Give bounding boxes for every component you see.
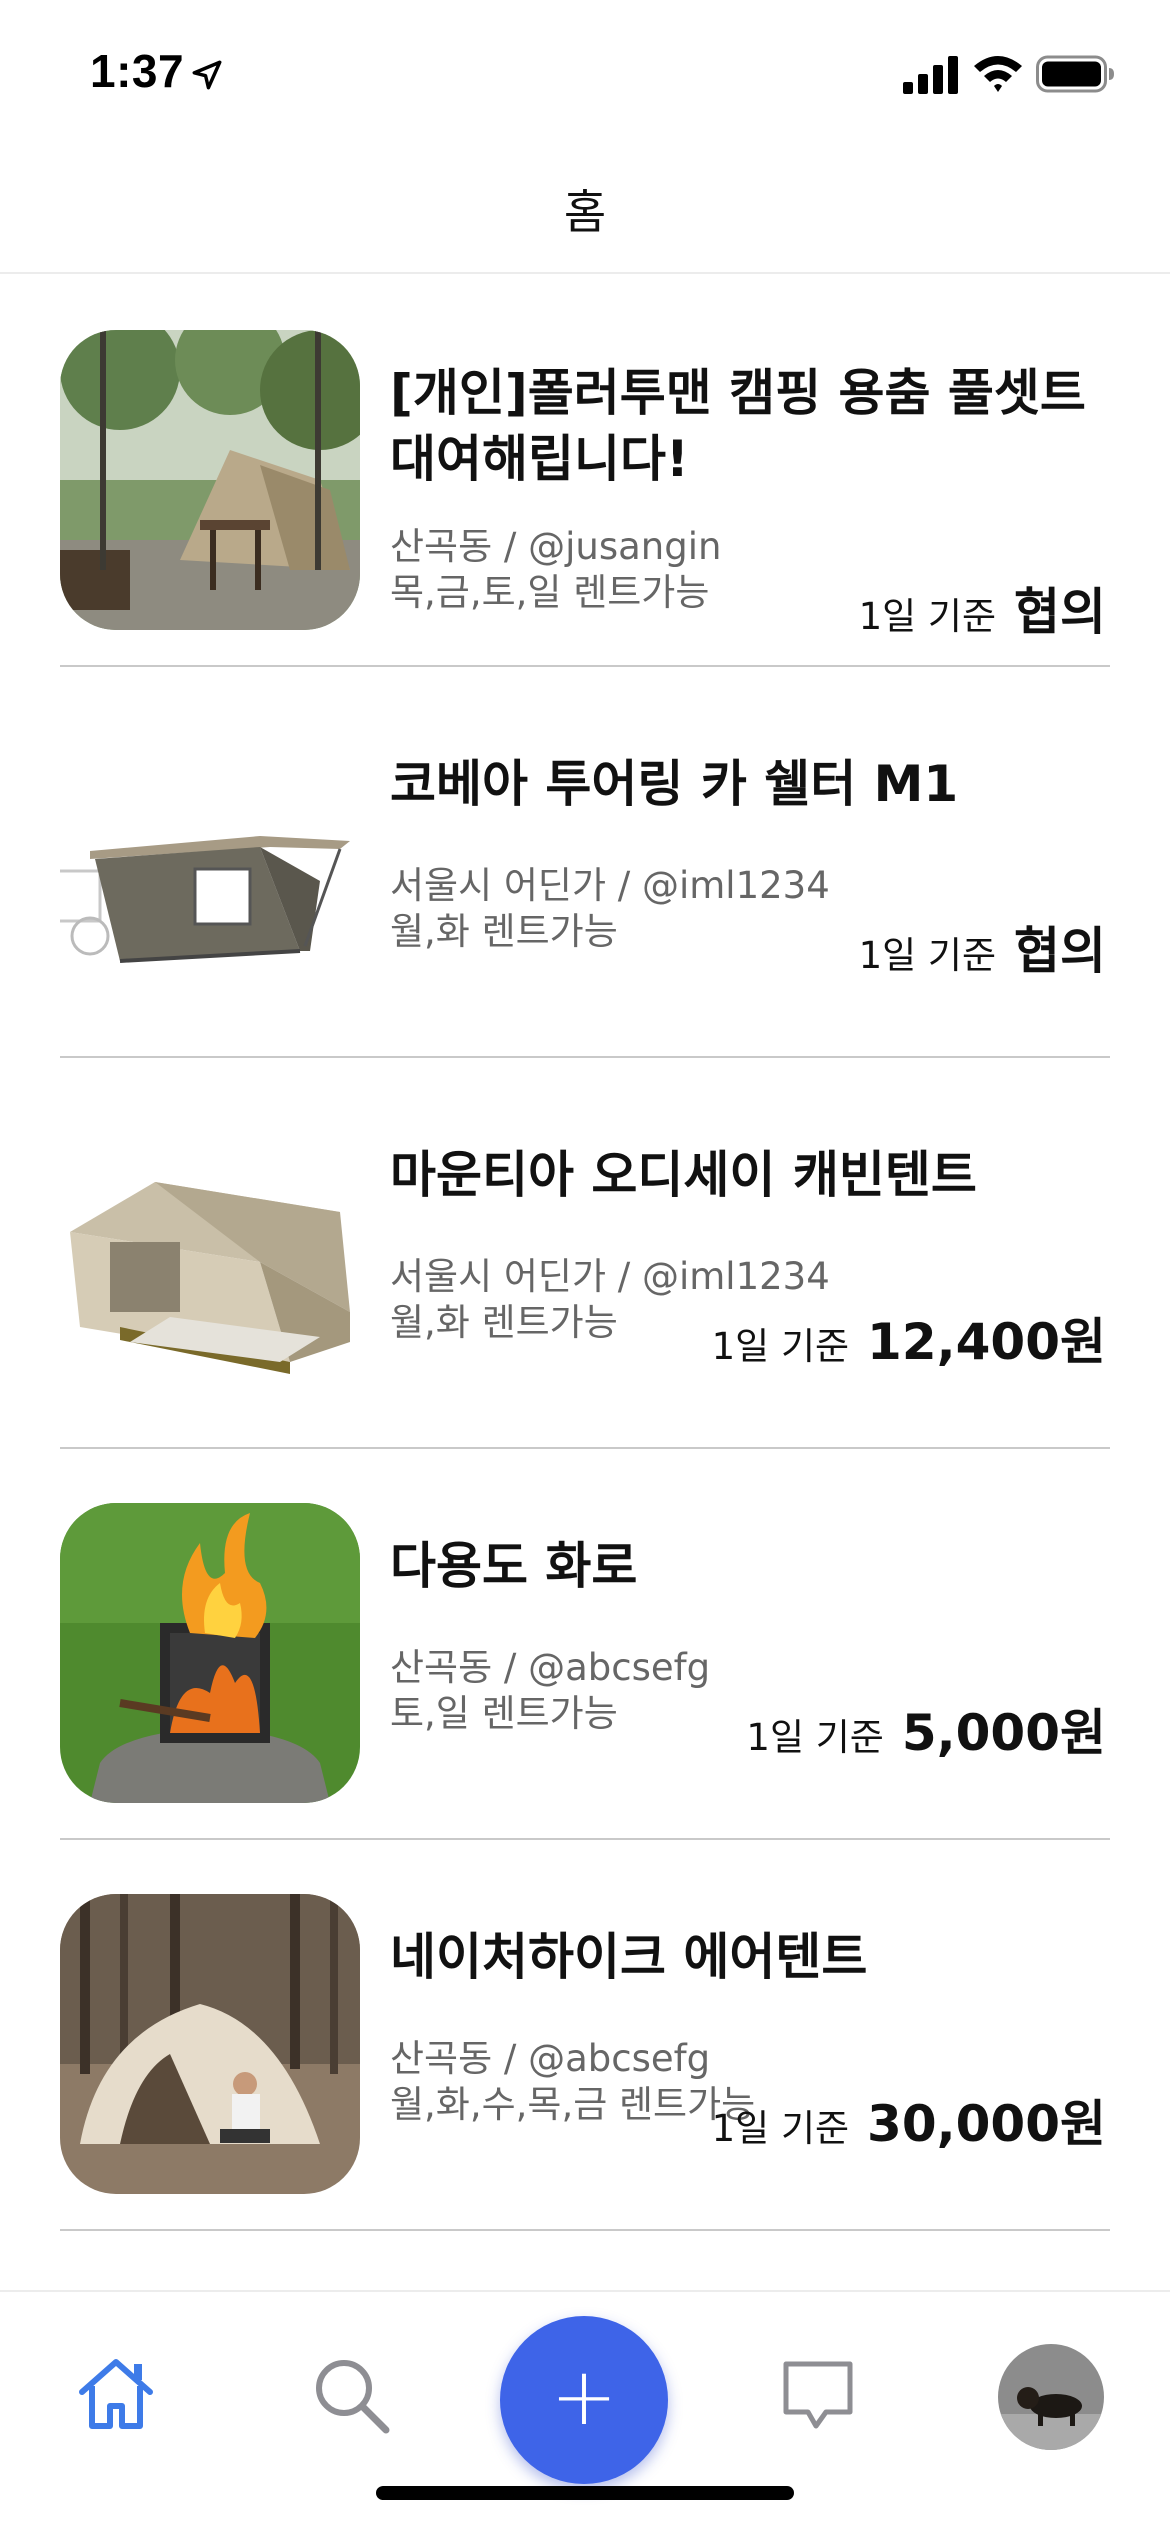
wifi-icon <box>974 56 1022 92</box>
price-value: 협의 <box>1014 583 1106 641</box>
chat-icon[interactable] <box>778 2356 858 2436</box>
status-time: 1:37 <box>90 45 185 97</box>
list-item[interactable]: [개인]폴러투맨 캠핑 용춤 풀셋트 대여해립니다! 산곡동 / @jusang… <box>60 276 1110 667</box>
item-thumbnail <box>60 1503 360 1803</box>
item-thumbnail <box>60 1894 360 2194</box>
item-price: 1일 기준 5,000원 <box>746 1693 1106 1765</box>
add-item-button[interactable]: + <box>500 2316 668 2484</box>
item-title: 마운티아 오디세이 캐빈텐트 <box>390 1146 977 1204</box>
page-title: 홈 <box>563 185 607 239</box>
profile-avatar[interactable] <box>998 2344 1104 2450</box>
camping-scene-image <box>60 330 360 630</box>
item-available-days: 월,화,수,목,금 렌트가능 <box>390 2083 756 2126</box>
air-tent-image <box>60 1894 360 2194</box>
item-price: 1일 기준 30,000원 <box>712 2084 1106 2156</box>
location-arrow-icon <box>192 60 222 90</box>
price-unit: 1일 기준 <box>711 1325 850 1368</box>
home-icon[interactable] <box>76 2354 156 2434</box>
item-available-days: 목,금,토,일 렌트가능 <box>390 571 710 614</box>
price-unit: 1일 기준 <box>711 2107 850 2150</box>
item-price: 1일 기준 12,400원 <box>712 1302 1106 1374</box>
fire-pit-image <box>60 1503 360 1803</box>
price-value: 30,000원 <box>867 2095 1106 2153</box>
price-value: 협의 <box>1014 922 1106 980</box>
list-item[interactable]: 코베아 투어링 카 쉘터 M1 서울시 어딘가 / @iml1234 월,화 렌… <box>60 667 1110 1058</box>
item-thumbnail <box>60 330 360 630</box>
rental-list: [개인]폴러투맨 캠핑 용춤 풀셋트 대여해립니다! 산곡동 / @jusang… <box>0 276 1170 2231</box>
status-bar: 1:37 <box>0 0 1170 140</box>
item-available-days: 월,화 렌트가능 <box>390 910 618 953</box>
search-icon[interactable] <box>310 2354 392 2436</box>
item-thumbnail <box>60 721 360 1021</box>
item-available-days: 토,일 렌트가능 <box>390 1692 618 1735</box>
cabin-tent-image <box>60 1112 360 1412</box>
price-unit: 1일 기준 <box>746 1716 884 1759</box>
item-title: 코베아 투어링 카 쉘터 M1 <box>390 755 959 813</box>
list-item[interactable]: 네이처하이크 에어텐트 산곡동 / @abcsefg 월,화,수,목,금 렌트가… <box>60 1840 1110 2231</box>
price-unit: 1일 기준 <box>858 595 996 638</box>
item-price: 1일 기준 협의 <box>859 572 1106 644</box>
item-available-days: 월,화 렌트가능 <box>390 1301 618 1344</box>
cellular-signal-icon <box>903 56 958 94</box>
list-item[interactable]: 다용도 화로 산곡동 / @abcsefg 토,일 렌트가능 1일 기준 5,0… <box>60 1449 1110 1840</box>
car-shelter-image <box>60 721 360 1021</box>
home-indicator <box>376 2486 794 2500</box>
item-title: 네이처하이크 에어텐트 <box>390 1928 868 1986</box>
item-price: 1일 기준 협의 <box>859 911 1106 983</box>
dog-avatar-image <box>998 2344 1104 2450</box>
price-unit: 1일 기준 <box>858 934 996 977</box>
battery-icon <box>1036 55 1114 93</box>
item-title: 다용도 화로 <box>390 1537 638 1595</box>
item-title: [개인]폴러투맨 캠핑 용춤 풀셋트 대여해립니다! <box>390 364 1086 488</box>
plus-icon: + <box>550 2350 618 2443</box>
app-header: 홈 <box>0 140 1170 274</box>
list-item[interactable]: 마운티아 오디세이 캐빈텐트 서울시 어딘가 / @iml1234 월,화 렌트… <box>60 1058 1110 1449</box>
price-value: 12,400원 <box>867 1313 1106 1371</box>
item-thumbnail <box>60 1112 360 1412</box>
price-value: 5,000원 <box>901 1704 1106 1762</box>
